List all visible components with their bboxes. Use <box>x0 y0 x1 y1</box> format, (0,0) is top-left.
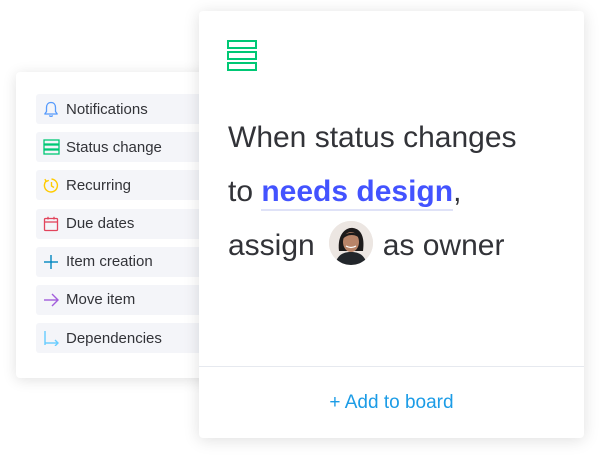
status-bars-icon <box>42 138 60 156</box>
trigger-list: Notifications Status change Recurring Du… <box>36 94 206 361</box>
trigger-label: Dependencies <box>66 329 162 347</box>
dependency-icon <box>42 329 60 347</box>
trigger-move-item[interactable]: Move item <box>36 284 206 315</box>
trigger-item-creation[interactable]: Item creation <box>36 246 206 277</box>
recipe-line-1: When status changes <box>228 121 517 154</box>
trigger-notifications[interactable]: Notifications <box>36 94 206 124</box>
trigger-status-change[interactable]: Status change <box>36 132 206 163</box>
recipe-text: , <box>453 175 462 208</box>
arrow-right-icon <box>42 291 60 309</box>
plus-icon <box>42 253 60 271</box>
trigger-label: Due dates <box>66 215 135 233</box>
status-value-link[interactable]: needs design <box>261 175 454 211</box>
calendar-icon <box>42 215 60 233</box>
recipe-line-3: assign as owner <box>228 219 568 273</box>
automation-recipe: When status changes to needs design, ass… <box>228 111 568 273</box>
recipe-line-2: to needs design, <box>228 165 568 219</box>
recipe-text: to <box>228 175 262 208</box>
trigger-label: Move item <box>66 291 136 309</box>
trigger-label: Notifications <box>66 100 148 118</box>
automation-card: When status changes to needs design, ass… <box>199 11 584 438</box>
recipe-text: assign <box>228 229 315 262</box>
trigger-label: Status change <box>66 138 162 156</box>
trigger-label: Item creation <box>66 253 153 271</box>
trigger-recurring[interactable]: Recurring <box>36 170 206 201</box>
owner-avatar[interactable] <box>328 221 373 266</box>
recipe-text: as owner <box>382 229 505 262</box>
trigger-panel: Notifications Status change Recurring Du… <box>16 72 216 378</box>
trigger-due-dates[interactable]: Due dates <box>36 208 206 239</box>
clock-refresh-icon <box>42 176 60 194</box>
status-bars-icon <box>227 40 257 77</box>
trigger-label: Recurring <box>66 176 132 194</box>
trigger-dependencies[interactable]: Dependencies <box>36 323 206 354</box>
bell-icon <box>42 100 60 118</box>
add-to-board-button[interactable]: + Add to board <box>199 367 584 438</box>
